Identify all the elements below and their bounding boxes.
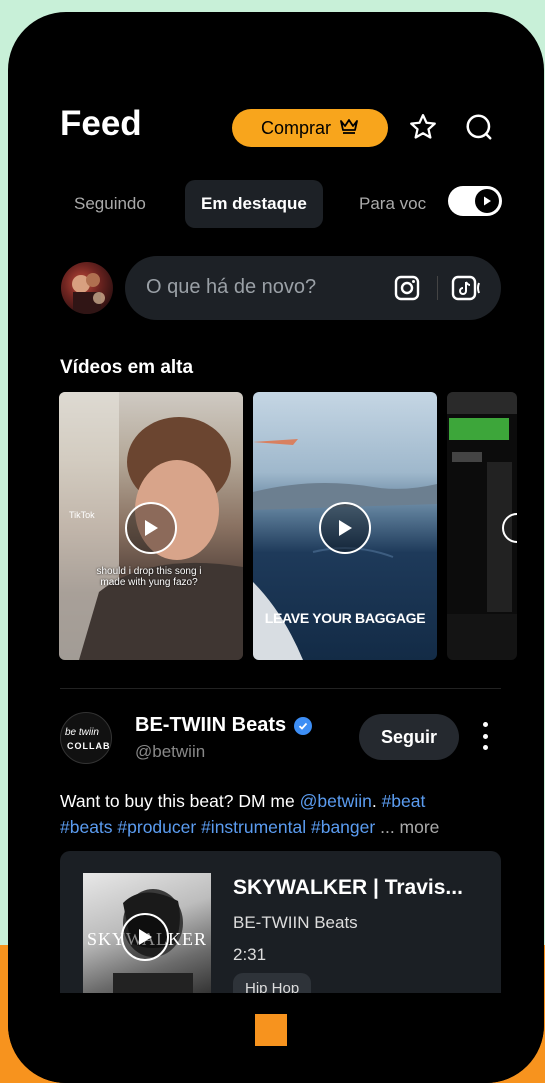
phone-frame: Feed Comprar Seguindo Em destaque Para v… [8, 12, 544, 1083]
more-options-icon[interactable] [478, 718, 492, 754]
follow-button[interactable]: Seguir [359, 714, 459, 760]
post-text-intro: Want to buy this beat? DM me [60, 791, 300, 811]
video-caption: LEAVE YOUR BAGGAGE [264, 610, 426, 626]
author-name-text: BE-TWIIN Beats [135, 714, 287, 736]
more-link[interactable]: ... more [380, 817, 439, 837]
crown-icon [339, 117, 359, 140]
trending-video-2[interactable]: LEAVE YOUR BAGGAGE [253, 392, 437, 660]
genre-chip[interactable]: Hip Hop [233, 973, 312, 993]
play-icon [475, 189, 499, 213]
avatar-text-bottom: COLLAB [67, 741, 111, 751]
post-author-name[interactable]: BE-TWIIN Beats [135, 714, 313, 737]
trending-video-3[interactable] [447, 392, 517, 660]
track-duration: 2:31 [233, 945, 267, 964]
page-title: Feed [60, 104, 142, 143]
play-icon[interactable] [121, 913, 169, 961]
user-avatar[interactable] [61, 262, 113, 314]
track-cover: SKYWALKER [83, 873, 211, 993]
hashtags-line[interactable]: #beats #producer #instrumental #banger [60, 817, 375, 837]
post-text: Want to buy this beat? DM me @betwiin. #… [60, 791, 440, 837]
post-author-handle[interactable]: @betwiin [135, 742, 205, 762]
home-indicator [255, 1014, 287, 1046]
play-icon[interactable] [319, 502, 371, 554]
tab-em-destaque[interactable]: Em destaque [185, 180, 323, 228]
composer-placeholder: O que há de novo? [146, 276, 317, 298]
post-author-avatar[interactable]: be twiin COLLAB [60, 712, 112, 764]
tab-seguindo[interactable]: Seguindo [74, 180, 146, 228]
tiktok-icon[interactable] [451, 274, 481, 307]
autoplay-toggle[interactable] [448, 186, 502, 216]
search-icon[interactable] [462, 110, 496, 144]
track-title: SKYWALKER | Travis... [233, 876, 463, 899]
mention-link[interactable]: @betwiin [300, 791, 372, 811]
buy-button[interactable]: Comprar [232, 109, 388, 147]
trending-video-1[interactable]: TikTok should i drop this song i made wi… [59, 392, 243, 660]
avatar-text-top: be twiin [65, 727, 99, 738]
verified-icon [294, 716, 313, 735]
star-icon[interactable] [406, 110, 440, 144]
divider-bar [437, 276, 438, 300]
section-divider [60, 688, 501, 689]
play-icon[interactable] [125, 502, 177, 554]
composer-input[interactable]: O que há de novo? [125, 256, 501, 320]
track-card[interactable]: SKYWALKER SKYWALKER | Travis... BE-TWIIN… [60, 851, 501, 993]
buy-button-label: Comprar [260, 117, 331, 138]
instagram-icon[interactable] [393, 274, 421, 307]
track-artist: BE-TWIIN Beats [233, 913, 358, 932]
video-caption: should i drop this song i made with yung… [96, 566, 202, 588]
trending-title: Vídeos em alta [60, 357, 194, 378]
video-watermark: TikTok [69, 510, 95, 520]
tab-para-voce[interactable]: Para voc [359, 180, 439, 228]
hashtag-link[interactable]: #beat [382, 791, 426, 811]
